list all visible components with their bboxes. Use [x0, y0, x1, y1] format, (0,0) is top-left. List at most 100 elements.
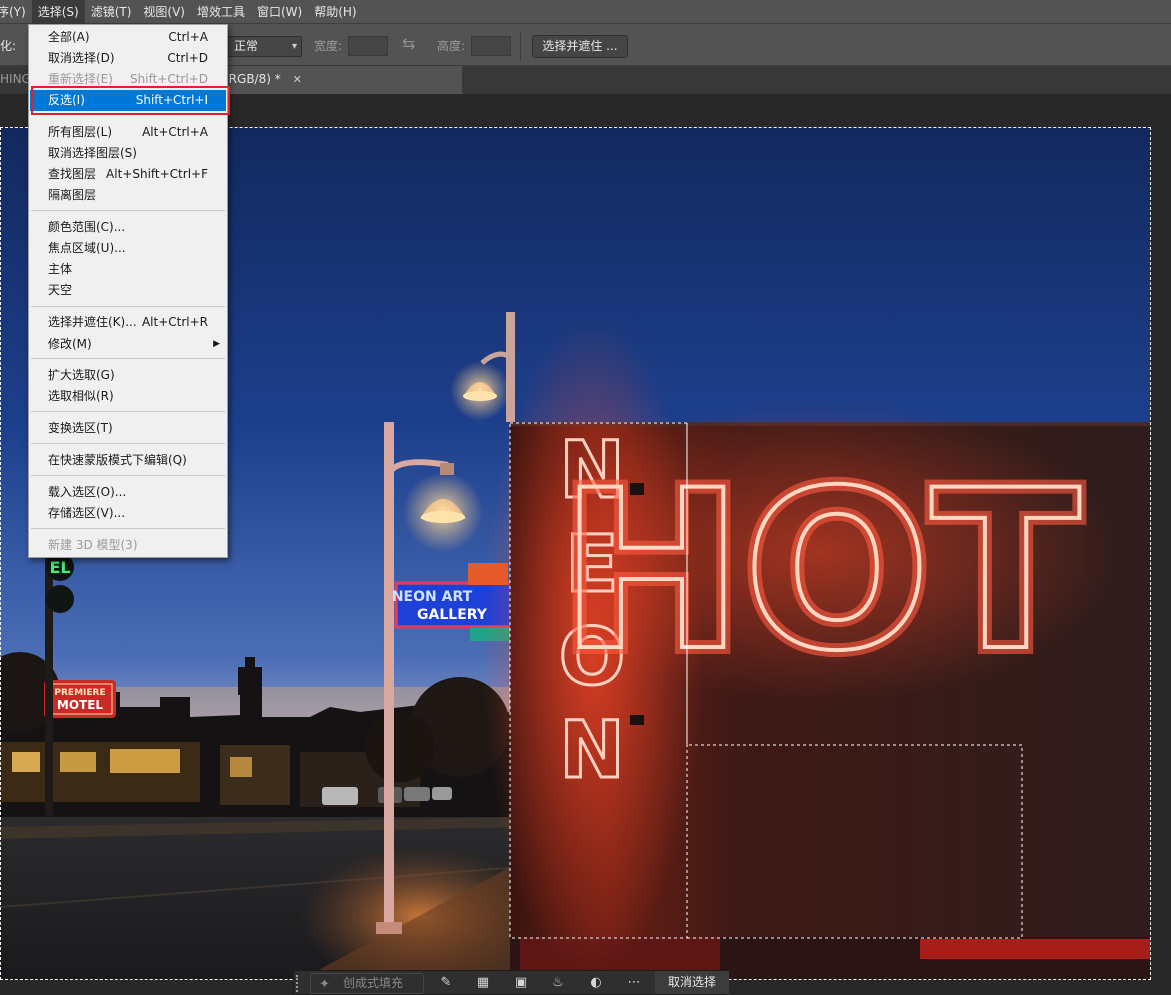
menu-item-label: 所有图层(L)	[48, 125, 113, 139]
menu-select[interactable]: 选择(S)	[31, 0, 85, 24]
menu-item-inverse[interactable]: 反选(I) Shift+Ctrl+I	[30, 90, 226, 111]
adjustment-icon[interactable]: ◐	[585, 973, 607, 993]
menu-item-shortcut: Alt+Ctrl+A	[142, 125, 208, 139]
menu-item-label: 扩大选取(G)	[48, 368, 115, 382]
menu-item-label: 选择并遮住(K)...	[48, 315, 137, 329]
hot-sign-letters: HOT	[559, 443, 1080, 699]
select-menu-dropdown: 全部(A) Ctrl+A 取消选择(D) Ctrl+D 重新选择(E) Shift+C…	[28, 24, 228, 558]
menu-item-save-selection[interactable]: 存储选区(V)...	[30, 503, 226, 524]
menu-item-label: 修改(M)	[48, 337, 92, 351]
menu-item-shortcut: Shift+Ctrl+D	[130, 72, 208, 86]
menu-item-find-layers[interactable]: 查找图层 Alt+Shift+Ctrl+F	[30, 164, 226, 185]
menu-item-modify[interactable]: 修改(M) ▶	[30, 334, 226, 355]
tab-previous-document[interactable]: HING	[0, 66, 30, 94]
menu-item-label: 选取相似(R)	[48, 389, 114, 403]
menu-separator	[31, 210, 225, 211]
menu-item-deselect[interactable]: 取消选择(D) Ctrl+D	[30, 48, 226, 69]
mask-icon[interactable]: ▣	[510, 973, 532, 993]
menu-item-color-range[interactable]: 颜色范围(C)...	[30, 217, 226, 238]
menu-item-all-layers[interactable]: 所有图层(L) Alt+Ctrl+A	[30, 122, 226, 143]
height-label: 高度:	[437, 39, 466, 53]
menu-window[interactable]: 窗口(W)	[251, 0, 308, 24]
mode-select[interactable]: 正常 ▾	[227, 36, 302, 57]
more-options-icon[interactable]: ⋯	[623, 973, 645, 993]
transform-icon[interactable]: ▦	[472, 973, 494, 993]
deselect-button[interactable]: 取消选择	[655, 971, 729, 994]
tab-previous-label: HING	[0, 72, 30, 86]
drag-handle-icon[interactable]	[296, 975, 302, 992]
smooth-label: 化:	[0, 39, 17, 53]
menu-item-label: 在快速蒙版模式下编辑(Q)	[48, 453, 187, 467]
menu-item-label: 取消选择图层(S)	[48, 146, 137, 160]
menu-item-label: 天空	[48, 283, 73, 297]
menu-item-shortcut: Ctrl+D	[167, 51, 208, 65]
swap-arrows-icon[interactable]: ⇆	[402, 35, 420, 53]
menu-item-subject[interactable]: 主体	[30, 259, 226, 280]
close-icon[interactable]: ✕	[293, 73, 302, 86]
generative-fill-icon: ✦	[319, 977, 330, 992]
fill-bucket-icon[interactable]: ♨	[547, 973, 569, 993]
menu-separator	[31, 114, 225, 115]
menu-item-select-and-mask[interactable]: 选择并遮住(K)... Alt+Ctrl+R	[30, 312, 226, 333]
mode-select-value: 正常	[234, 39, 259, 53]
menu-item-label: 存储选区(V)...	[48, 506, 126, 520]
menu-plugins[interactable]: 增效工具	[191, 0, 251, 24]
menu-separator	[31, 528, 225, 529]
signal-sign-letters: EL	[49, 558, 70, 577]
menu-item-shortcut: Alt+Ctrl+R	[141, 315, 208, 329]
menu-separator	[31, 443, 225, 444]
width-field[interactable]	[348, 36, 388, 56]
motel-sign-line2: MOTEL	[57, 698, 104, 712]
gallery-sign-line1: NEON ART	[392, 589, 473, 605]
menu-item-label: 取消选择(D)	[48, 51, 115, 65]
menu-item-label: 全部(A)	[48, 30, 90, 44]
chevron-down-icon: ▾	[291, 41, 297, 52]
menu-item-shortcut: Ctrl+A	[168, 30, 208, 44]
menu-item-isolate-layers[interactable]: 隔离图层	[30, 185, 226, 206]
options-divider	[520, 32, 521, 60]
menu-item-similar[interactable]: 选取相似(R)	[30, 386, 226, 407]
menu-item-label: 反选(I)	[48, 93, 85, 107]
menu-item-label: 重新选择(E)	[48, 72, 113, 86]
menu-item-shortcut: Alt+Shift+Ctrl+F	[106, 167, 208, 181]
menu-item-load-selection[interactable]: 载入选区(O)...	[30, 482, 226, 503]
menu-separator	[31, 475, 225, 476]
menu-item-label: 新建 3D 模型(3)	[48, 538, 138, 552]
menu-item-label: 载入选区(O)...	[48, 485, 127, 499]
brush-icon[interactable]: ✎	[435, 973, 457, 993]
generative-fill-label: 创成式填充	[343, 976, 404, 990]
menu-item-label: 焦点区域(U)...	[48, 241, 126, 255]
menu-item-focus-area[interactable]: 焦点区域(U)...	[30, 238, 226, 259]
menu-bar: 序(Y) 选择(S) 滤镜(T) 视图(V) 增效工具 窗口(W) 帮助(H)	[0, 0, 1171, 24]
menu-separator	[31, 358, 225, 359]
menu-item-quick-mask[interactable]: 在快速蒙版模式下编辑(Q)	[30, 450, 226, 471]
menu-item-label: 隔离图层	[48, 188, 97, 202]
menu-item-sky[interactable]: 天空	[30, 280, 226, 301]
menu-separator	[31, 411, 225, 412]
menu-item-reselect[interactable]: 重新选择(E) Shift+Ctrl+D	[30, 69, 226, 90]
menu-help[interactable]: 帮助(H)	[308, 0, 362, 24]
height-field[interactable]	[471, 36, 511, 56]
neon-letter-4: N	[559, 706, 624, 796]
menu-view[interactable]: 视图(V)	[137, 0, 191, 24]
menu-item-deselect-layers[interactable]: 取消选择图层(S)	[30, 143, 226, 164]
menu-item-grow[interactable]: 扩大选取(G)	[30, 365, 226, 386]
menu-separator	[31, 306, 225, 307]
menu-item-label: 主体	[48, 262, 73, 276]
menu-item-shortcut: Shift+Ctrl+I	[135, 93, 208, 107]
motel-sign-line1: PREMIERE	[54, 688, 105, 698]
menu-item-transform-selection[interactable]: 变换选区(T)	[30, 418, 226, 439]
contextual-task-bar: ✦ 创成式填充 ✎ ▦ ▣ ♨ ◐ ⋯ 取消选择	[293, 970, 729, 995]
menu-item-select-all[interactable]: 全部(A) Ctrl+A	[30, 27, 226, 48]
menu-filter[interactable]: 滤镜(T)	[85, 0, 138, 24]
menu-item-label: 查找图层	[48, 167, 97, 181]
select-and-mask-button[interactable]: 选择并遮住 ...	[532, 35, 628, 58]
menu-sequence[interactable]: 序(Y)	[0, 0, 32, 24]
generative-fill-button[interactable]: ✦ 创成式填充	[310, 973, 424, 994]
gallery-sign-line2: GALLERY	[417, 607, 488, 623]
menu-item-label: 变换选区(T)	[48, 421, 113, 435]
submenu-arrow-icon: ▶	[213, 339, 220, 349]
width-label: 宽度:	[314, 39, 343, 53]
menu-item-label: 颜色范围(C)...	[48, 220, 126, 234]
menu-item-new-3d-model[interactable]: 新建 3D 模型(3)	[30, 535, 226, 556]
